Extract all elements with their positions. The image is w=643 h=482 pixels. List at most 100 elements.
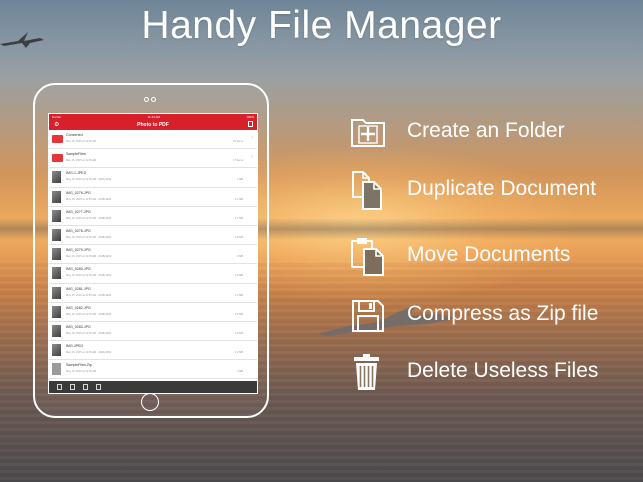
file-size: 1.9 MB (234, 274, 243, 278)
file-name: IMG_0276.JPG (66, 190, 91, 195)
file-row[interactable]: IMG_0281.JPG May 15, 2015 at 11:35 AM · 2… (49, 284, 257, 303)
feature-move-documents: Move Documents (350, 236, 640, 276)
feature-label: Create an Folder (407, 119, 565, 142)
file-name: SampleFiles (66, 152, 86, 157)
file-meta: May 15, 2015 at 11:35 AM · 2448x3264 (66, 197, 112, 201)
file-name: IMG_0281.JPG (66, 286, 91, 291)
file-size: 2 MB (236, 255, 243, 259)
camera-dot (144, 97, 149, 102)
zip-icon (52, 363, 61, 376)
file-row[interactable]: IMG_0278.JPG May 15, 2015 at 11:35 AM · 2… (49, 226, 257, 246)
file-meta: May 15, 2015 at 11:35 AM · 2448x3264 (66, 312, 112, 316)
photo-thumbnail (52, 344, 61, 357)
feature-compress-zip: Compress as Zip file (350, 295, 640, 335)
file-size: 1.2 MB (234, 351, 243, 355)
file-size: 15 Items (233, 140, 243, 143)
chevron-right-icon: › (251, 154, 253, 161)
photo-thumbnail (52, 248, 61, 261)
photo-thumbnail (52, 267, 61, 280)
file-row[interactable]: IMG_0283.JPG May 15, 2015 at 11:35 AM · 2… (49, 322, 257, 342)
file-size: 1 MB (236, 178, 243, 182)
file-row[interactable]: IMG_0279.JPG May 15, 2015 at 11:35 AM · 2… (49, 245, 257, 265)
camera-dot (151, 97, 156, 102)
file-name: IMG_0282.JPG (66, 305, 91, 310)
file-size: 17 Items (233, 159, 243, 163)
file-meta: May 15, 2015 at 11:35 AM · 2448x3264 (66, 255, 112, 259)
feature-label: Move Documents (407, 243, 571, 266)
file-meta: May 15, 2015 at 11:35 AM · 2448x3264 (66, 235, 112, 239)
feature-delete-files: Delete Useless Files (350, 352, 640, 392)
file-meta: May 15, 2015 at 11:35 AM · 2448x3264 (66, 293, 112, 297)
file-row[interactable]: IMG-1.JPEG May 15, 2015 at 11:35 AM · 302… (49, 168, 257, 188)
photo-thumbnail (52, 286, 61, 299)
file-size: 3 MB (236, 370, 243, 374)
gear-icon[interactable]: ⚙ (54, 121, 59, 128)
file-row[interactable]: Converted May 15, 2015 at 11:35 AM 15 Item… (49, 130, 257, 150)
photo-thumbnail (52, 324, 61, 337)
file-name: IMG_0279.JPG (66, 248, 91, 253)
file-size: 2.1 MB (234, 197, 243, 201)
file-size: 1.6 MB (234, 312, 243, 316)
carrier-label: Carrier (52, 115, 62, 119)
nav-bar: ⚙ Photo to PDF (49, 120, 257, 130)
move-documents-icon (350, 236, 386, 276)
file-row[interactable]: SampleFiles.Zip May 15, 2015 at 11:35 AM 3… (49, 360, 257, 380)
photo-thumbnail (52, 171, 61, 184)
feature-duplicate-document: Duplicate Document (350, 170, 640, 210)
photo-thumbnail (52, 190, 61, 203)
folder-icon (52, 135, 63, 143)
file-name: SampleFiles.Zip (66, 363, 92, 368)
file-meta: May 15, 2015 at 11:35 AM (66, 370, 97, 374)
tab-photos-icon[interactable] (70, 384, 75, 390)
file-meta: May 15, 2015 at 11:35 AM · 3024x4032 (66, 178, 112, 182)
file-name: IMG_0283.JPG (66, 324, 91, 329)
tab-copy-icon[interactable] (83, 384, 88, 390)
new-folder-icon (350, 112, 386, 152)
file-row[interactable]: SampleFiles May 15, 2015 at 11:35 AM 17 It… (49, 149, 257, 169)
file-list: Converted May 15, 2015 at 11:35 AM 15 Item… (49, 130, 257, 393)
file-name: IMG-1.JPEG (66, 171, 87, 176)
file-row[interactable]: IMG.JPEG May 15, 2015 at 11:35 AM · 3024x… (49, 341, 257, 361)
file-row[interactable]: IMG_0277.JPG May 15, 2015 at 11:35 AM · 2… (49, 207, 257, 226)
photo-thumbnail (52, 305, 61, 318)
file-meta: May 15, 2015 at 11:35 AM · 2448x3264 (66, 216, 112, 220)
page-title: Handy File Manager (141, 4, 502, 47)
file-meta: May 15, 2015 at 11:35 AM · 3024x4032 (66, 351, 112, 355)
edit-icon[interactable] (248, 121, 253, 127)
file-name: IMG_0278.JPG (66, 228, 91, 233)
feature-label: Compress as Zip file (407, 302, 599, 325)
trash-icon (350, 352, 386, 392)
nav-title: Photo to PDF (137, 122, 169, 128)
feature-label: Duplicate Document (407, 177, 597, 200)
file-name: IMG.JPEG (66, 344, 84, 349)
photo-thumbnail (52, 209, 61, 222)
tab-files-icon[interactable] (57, 384, 62, 390)
file-meta: May 15, 2015 at 11:35 AM (66, 159, 97, 163)
photo-thumbnail (52, 228, 61, 241)
file-meta: May 15, 2015 at 11:35 AM · 2448x3264 (66, 331, 112, 335)
file-row[interactable]: IMG_0280.JPG May 15, 2015 at 11:35 AM · 2… (49, 264, 257, 284)
feature-create-folder: Create an Folder (350, 112, 640, 152)
battery-label: 100% (246, 115, 254, 119)
feature-label: Delete Useless Files (407, 359, 599, 382)
file-meta: May 15, 2015 at 11:35 AM · 2448x3264 (66, 274, 112, 278)
app-screen: Carrier 11:44 AM 100% ⚙ Photo to PDF Con… (48, 113, 258, 394)
file-name: Converted (66, 133, 83, 137)
chevron-right-icon: › (251, 135, 253, 141)
file-name: IMG_0277.JPG (66, 209, 91, 214)
file-row[interactable]: IMG_0276.JPG May 15, 2015 at 11:35 AM · 2… (49, 188, 257, 207)
tab-export-icon[interactable] (96, 384, 101, 390)
file-row[interactable]: IMG_0282.JPG May 15, 2015 at 11:35 AM · 2… (49, 303, 257, 322)
home-button (141, 393, 159, 411)
file-name: IMG_0280.JPG (66, 267, 91, 272)
folder-icon (52, 154, 63, 163)
file-size: 1.5 MB (234, 331, 243, 335)
file-size: 1.8 MB (234, 235, 243, 239)
file-size: 2.2 MB (234, 293, 243, 297)
file-meta: May 15, 2015 at 11:35 AM (66, 140, 97, 143)
clock-label: 11:44 AM (147, 115, 160, 119)
file-size: 1.7 MB (234, 216, 243, 220)
duplicate-document-icon (350, 170, 386, 210)
tab-bar (49, 381, 257, 393)
zip-file-icon (350, 295, 386, 335)
